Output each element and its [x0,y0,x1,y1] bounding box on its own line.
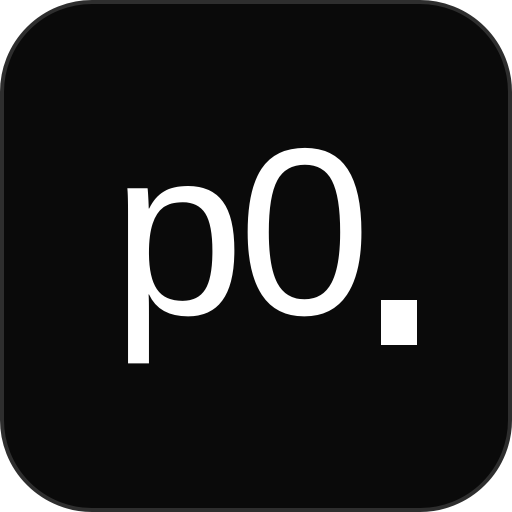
wordmark-dot [381,300,417,345]
wordmark-text: p0 [112,100,371,365]
icon-canvas: p0 [0,0,512,512]
app-icon: p0 [0,0,512,512]
